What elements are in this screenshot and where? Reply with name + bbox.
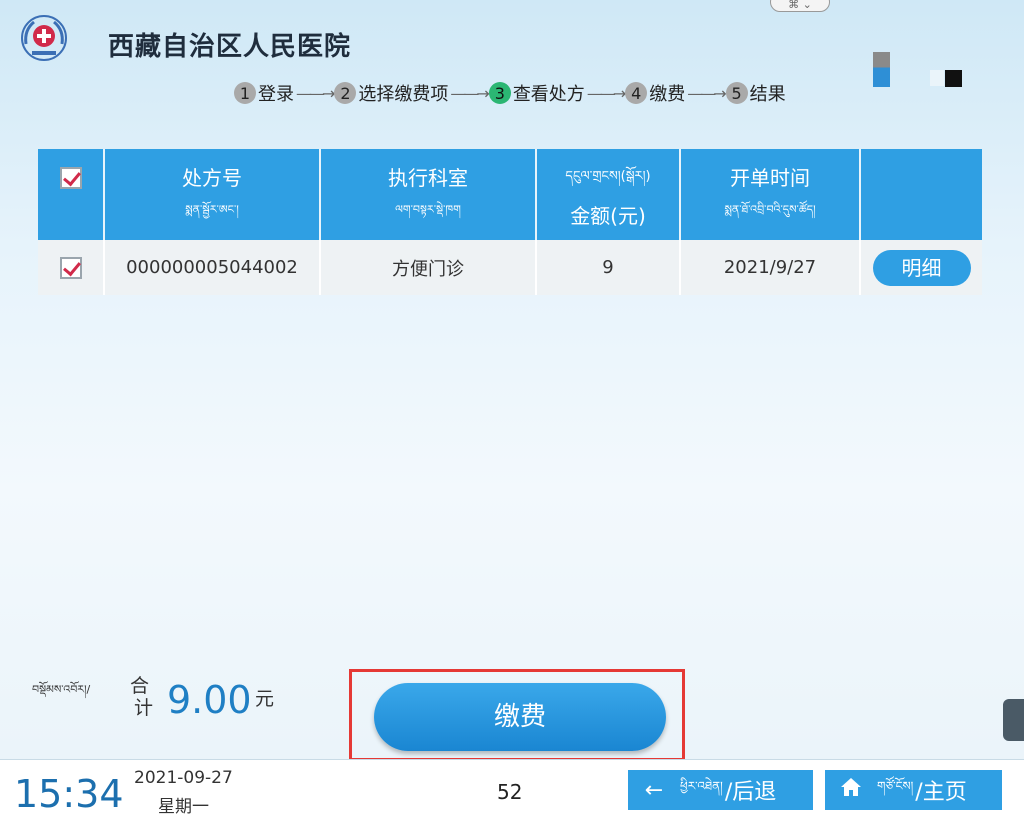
column-header-tibetan: དངུལ་གྲངས།(སྒོར།) — [565, 168, 651, 184]
home-label: /主页 — [915, 780, 967, 805]
dept-cell: 方便门诊 — [320, 240, 537, 295]
total-amount: 9.00 — [167, 678, 252, 722]
pay-button[interactable]: 缴费 — [374, 683, 666, 751]
back-label: /后退 — [724, 780, 777, 805]
column-header-label: 执行科室 — [388, 165, 468, 190]
status-indicator — [945, 70, 962, 87]
total-label-ji: 计 — [134, 697, 154, 719]
select-all-header[interactable] — [38, 149, 105, 240]
step-view-prescription: 3 查看处方 — [488, 80, 585, 106]
footer-bar: 15:34 2021-09-27 星期一 52 ← ཕྱིར་འཐེན། /后退… — [0, 759, 1024, 815]
hospital-logo-icon — [20, 14, 68, 62]
rx-no-cell: 000000005044002 — [104, 240, 321, 295]
step-number: 5 — [725, 82, 748, 104]
step-result: 5 结果 — [725, 80, 786, 106]
column-header-time: 开单时间 སྨན་ཐོ་འབྲི་བའི་དུས་ཚོད། — [680, 149, 861, 240]
step-label: 选择缴费项 — [358, 84, 449, 105]
column-header-label: 处方号 — [182, 165, 242, 190]
action-cell: 明细 — [860, 240, 982, 295]
select-all-checkbox-icon[interactable] — [59, 167, 82, 189]
window-handle[interactable]: ⌘ ⌄ — [770, 0, 830, 12]
column-header-tibetan: ལག་བསྟར་སྡེ་ཁག — [395, 202, 461, 216]
step-select-items: 2 选择缴费项 — [334, 80, 448, 106]
column-header-dept: 执行科室 ལག་བསྟར་སྡེ་ཁག — [320, 149, 537, 240]
prescription-table: 处方号 སྨན་སྦྱོར་ཨང་། 执行科室 ལག་བསྟར་སྡེ་ཁག ད… — [38, 149, 982, 295]
status-indicator — [930, 70, 944, 86]
time-cell: 2021/9/27 — [680, 240, 861, 295]
step-arrow-icon: ——→ — [450, 83, 489, 103]
total-label-tibetan: བསྡོམས་འབོར།/ — [32, 683, 91, 696]
column-header-tibetan: སྨན་སྦྱོར་ཨང་། — [185, 202, 239, 216]
countdown-timer: 52 — [497, 780, 523, 804]
back-label-tibetan: ཕྱིར་འཐེན། — [680, 779, 723, 793]
column-header-label: 开单时间 — [730, 165, 810, 190]
step-label: 结果 — [749, 84, 786, 105]
column-header-amount: དངུལ་གྲངས།(སྒོར།) 金额(元) — [536, 149, 681, 240]
step-number: 4 — [625, 82, 648, 104]
step-label: 登录 — [258, 84, 294, 105]
step-number: 2 — [334, 82, 357, 104]
current-weekday: 星期一 — [158, 797, 209, 815]
step-number: 3 — [488, 82, 511, 104]
step-login: 1 登录 — [234, 80, 294, 106]
column-header-label: 金额(元) — [570, 203, 646, 228]
amount-cell: 9 — [536, 240, 681, 295]
status-indicator — [873, 52, 890, 87]
column-header-tibetan: སྨན་ཐོ་འབྲི་བའི་དུས་ཚོད། — [724, 202, 816, 216]
step-arrow-icon: ——→ — [586, 83, 626, 103]
step-arrow-icon: ——→ — [687, 83, 726, 103]
column-header-action — [860, 149, 982, 240]
clock-time: 15:34 — [14, 772, 124, 815]
step-pay: 4 缴费 — [625, 80, 685, 106]
table-header-row: 处方号 སྨན་སྦྱོར་ཨང་། 执行科室 ལག་བསྟར་སྡེ་ཁག ད… — [38, 149, 982, 240]
step-label: 缴费 — [649, 84, 686, 105]
row-select-cell[interactable] — [38, 240, 105, 295]
home-icon — [839, 776, 863, 804]
column-header-rx-no: 处方号 སྨན་སྦྱོར་ཨང་། — [104, 149, 321, 240]
step-arrow-icon: ——→ — [296, 83, 335, 103]
current-date: 2021-09-27 — [134, 768, 233, 788]
row-checkbox-icon[interactable] — [59, 256, 82, 279]
progress-steps: 1 登录 ——→ 2 选择缴费项 ——→ 3 查看处方 ——→ 4 缴费 ——→… — [234, 80, 786, 106]
home-label-tibetan: གཙོ་ངོས། — [877, 779, 914, 793]
side-drawer-handle[interactable] — [1003, 699, 1024, 741]
step-label: 查看处方 — [512, 84, 585, 105]
table-row[interactable]: 000000005044002 方便门诊 9 2021/9/27 明细 — [38, 240, 982, 295]
total-unit: 元 — [255, 688, 275, 710]
arrow-left-icon: ← — [644, 777, 664, 803]
step-number: 1 — [234, 82, 256, 104]
detail-button[interactable]: 明细 — [872, 249, 971, 286]
back-button[interactable]: ← ཕྱིར་འཐེན། /后退 — [628, 770, 813, 810]
hospital-name: 西藏自治区人民医院 — [108, 32, 352, 62]
home-button[interactable]: གཙོ་ངོས། /主页 — [825, 770, 1002, 810]
